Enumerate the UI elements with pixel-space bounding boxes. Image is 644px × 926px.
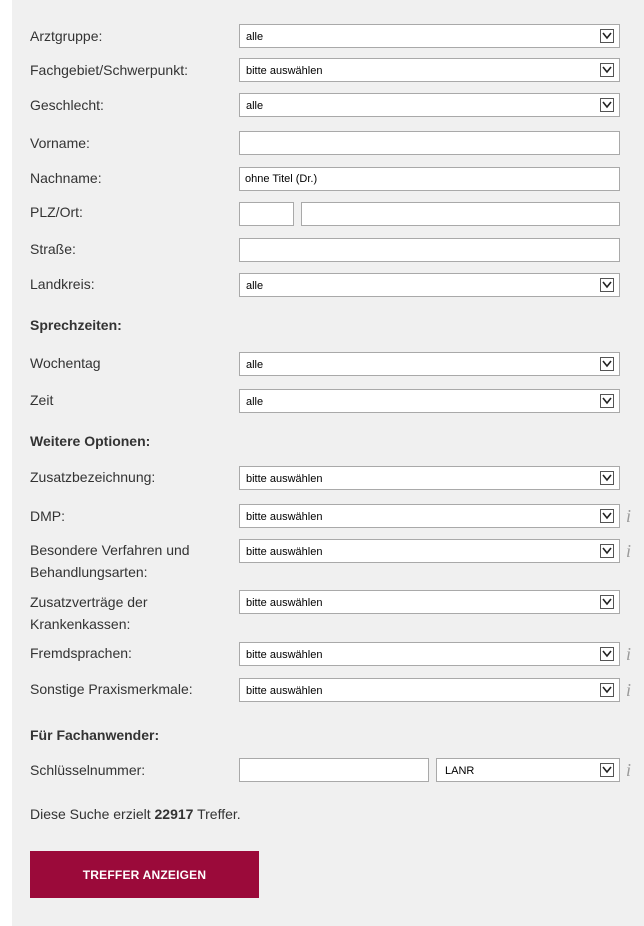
geschlecht-label: Geschlecht: <box>30 97 104 113</box>
fachgebiet-label: Fachgebiet/Schwerpunkt: <box>30 62 188 78</box>
chevron-down-icon[interactable] <box>600 63 614 77</box>
chevron-down-icon[interactable] <box>600 647 614 661</box>
dmp-select[interactable]: bitte auswählen <box>239 504 620 528</box>
fremdsprachen-value: bitte auswählen <box>246 649 323 661</box>
result-prefix: Diese Suche erzielt <box>30 806 155 822</box>
sonstige-value: bitte auswählen <box>246 685 323 697</box>
sonstige-select[interactable]: bitte auswählen <box>239 678 620 702</box>
zusatzvertraege-select[interactable]: bitte auswählen <box>239 590 620 614</box>
geschlecht-select[interactable]: alle <box>239 93 620 117</box>
chevron-down-icon[interactable] <box>600 763 614 777</box>
strasse-label: Straße: <box>30 241 76 257</box>
chevron-down-icon[interactable] <box>600 471 614 485</box>
chevron-down-icon[interactable] <box>600 544 614 558</box>
zeit-select[interactable]: alle <box>239 389 620 413</box>
nachname-value: ohne Titel (Dr.) <box>245 173 318 185</box>
chevron-down-icon[interactable] <box>600 509 614 523</box>
fremdsprachen-select[interactable]: bitte auswählen <box>239 642 620 666</box>
info-icon[interactable]: i <box>626 507 644 525</box>
info-icon[interactable]: i <box>626 761 644 779</box>
chevron-down-icon[interactable] <box>600 98 614 112</box>
nachname-label: Nachname: <box>30 170 102 186</box>
show-results-button[interactable]: TREFFER ANZEIGEN <box>30 851 259 898</box>
schluessel-type-select[interactable]: LANR <box>436 758 620 782</box>
plz-input[interactable] <box>239 202 294 226</box>
zeit-value: alle <box>246 396 264 408</box>
info-icon[interactable]: i <box>626 681 644 699</box>
arztgruppe-value: alle <box>246 31 264 43</box>
plzort-label: PLZ/Ort: <box>30 204 83 220</box>
arztgruppe-label: Arztgruppe: <box>30 28 103 44</box>
fachgebiet-value: bitte auswählen <box>246 65 323 77</box>
schluessel-type-value: LANR <box>445 765 475 777</box>
wochentag-value: alle <box>246 359 264 371</box>
strasse-input[interactable] <box>239 238 620 262</box>
info-icon[interactable]: i <box>626 645 644 663</box>
zusatz-label: Zusatzbezeichnung: <box>30 469 156 485</box>
optionen-heading: Weitere Optionen: <box>30 433 151 449</box>
fachgebiet-select[interactable]: bitte auswählen <box>239 58 620 82</box>
zusatzvertraege-label-2: Krankenkassen: <box>30 616 131 632</box>
fremdsprachen-label: Fremdsprachen: <box>30 645 132 661</box>
besondere-value: bitte auswählen <box>246 546 323 558</box>
chevron-down-icon[interactable] <box>600 595 614 609</box>
landkreis-value: alle <box>246 280 264 292</box>
arztgruppe-select[interactable]: alle <box>239 24 620 48</box>
schluessel-input[interactable] <box>239 758 429 782</box>
wochentag-label: Wochentag <box>30 355 101 371</box>
chevron-down-icon[interactable] <box>600 357 614 371</box>
result-count: 22917 <box>154 806 194 822</box>
chevron-down-icon[interactable] <box>600 683 614 697</box>
nachname-input[interactable]: ohne Titel (Dr.) <box>239 167 620 191</box>
zusatz-value: bitte auswählen <box>246 473 323 485</box>
besondere-select[interactable]: bitte auswählen <box>239 539 620 563</box>
schluessel-label: Schlüsselnummer: <box>30 762 146 778</box>
dmp-label: DMP: <box>30 508 65 524</box>
sprechzeiten-heading: Sprechzeiten: <box>30 317 122 333</box>
ort-input[interactable] <box>301 202 620 226</box>
zusatzvertraege-label-1: Zusatzverträge der <box>30 594 148 610</box>
besondere-label-2: Behandlungsarten: <box>30 564 148 580</box>
chevron-down-icon[interactable] <box>600 278 614 292</box>
besondere-label-1: Besondere Verfahren und <box>30 542 190 558</box>
vorname-label: Vorname: <box>30 135 90 151</box>
info-icon[interactable]: i <box>626 542 644 560</box>
chevron-down-icon[interactable] <box>600 394 614 408</box>
dmp-value: bitte auswählen <box>246 511 323 523</box>
landkreis-label: Landkreis: <box>30 276 95 292</box>
result-text: Diese Suche erzielt 22917 Treffer. <box>30 806 241 822</box>
wochentag-select[interactable]: alle <box>239 352 620 376</box>
geschlecht-value: alle <box>246 100 264 112</box>
chevron-down-icon[interactable] <box>600 29 614 43</box>
vorname-input[interactable] <box>239 131 620 155</box>
landkreis-select[interactable]: alle <box>239 273 620 297</box>
fachanwender-heading: Für Fachanwender: <box>30 727 160 743</box>
sonstige-label: Sonstige Praxismerkmale: <box>30 681 193 697</box>
result-suffix: Treffer. <box>193 806 241 822</box>
zusatz-select[interactable]: bitte auswählen <box>239 466 620 490</box>
zusatzvertraege-value: bitte auswählen <box>246 597 323 609</box>
zeit-label: Zeit <box>30 392 54 408</box>
